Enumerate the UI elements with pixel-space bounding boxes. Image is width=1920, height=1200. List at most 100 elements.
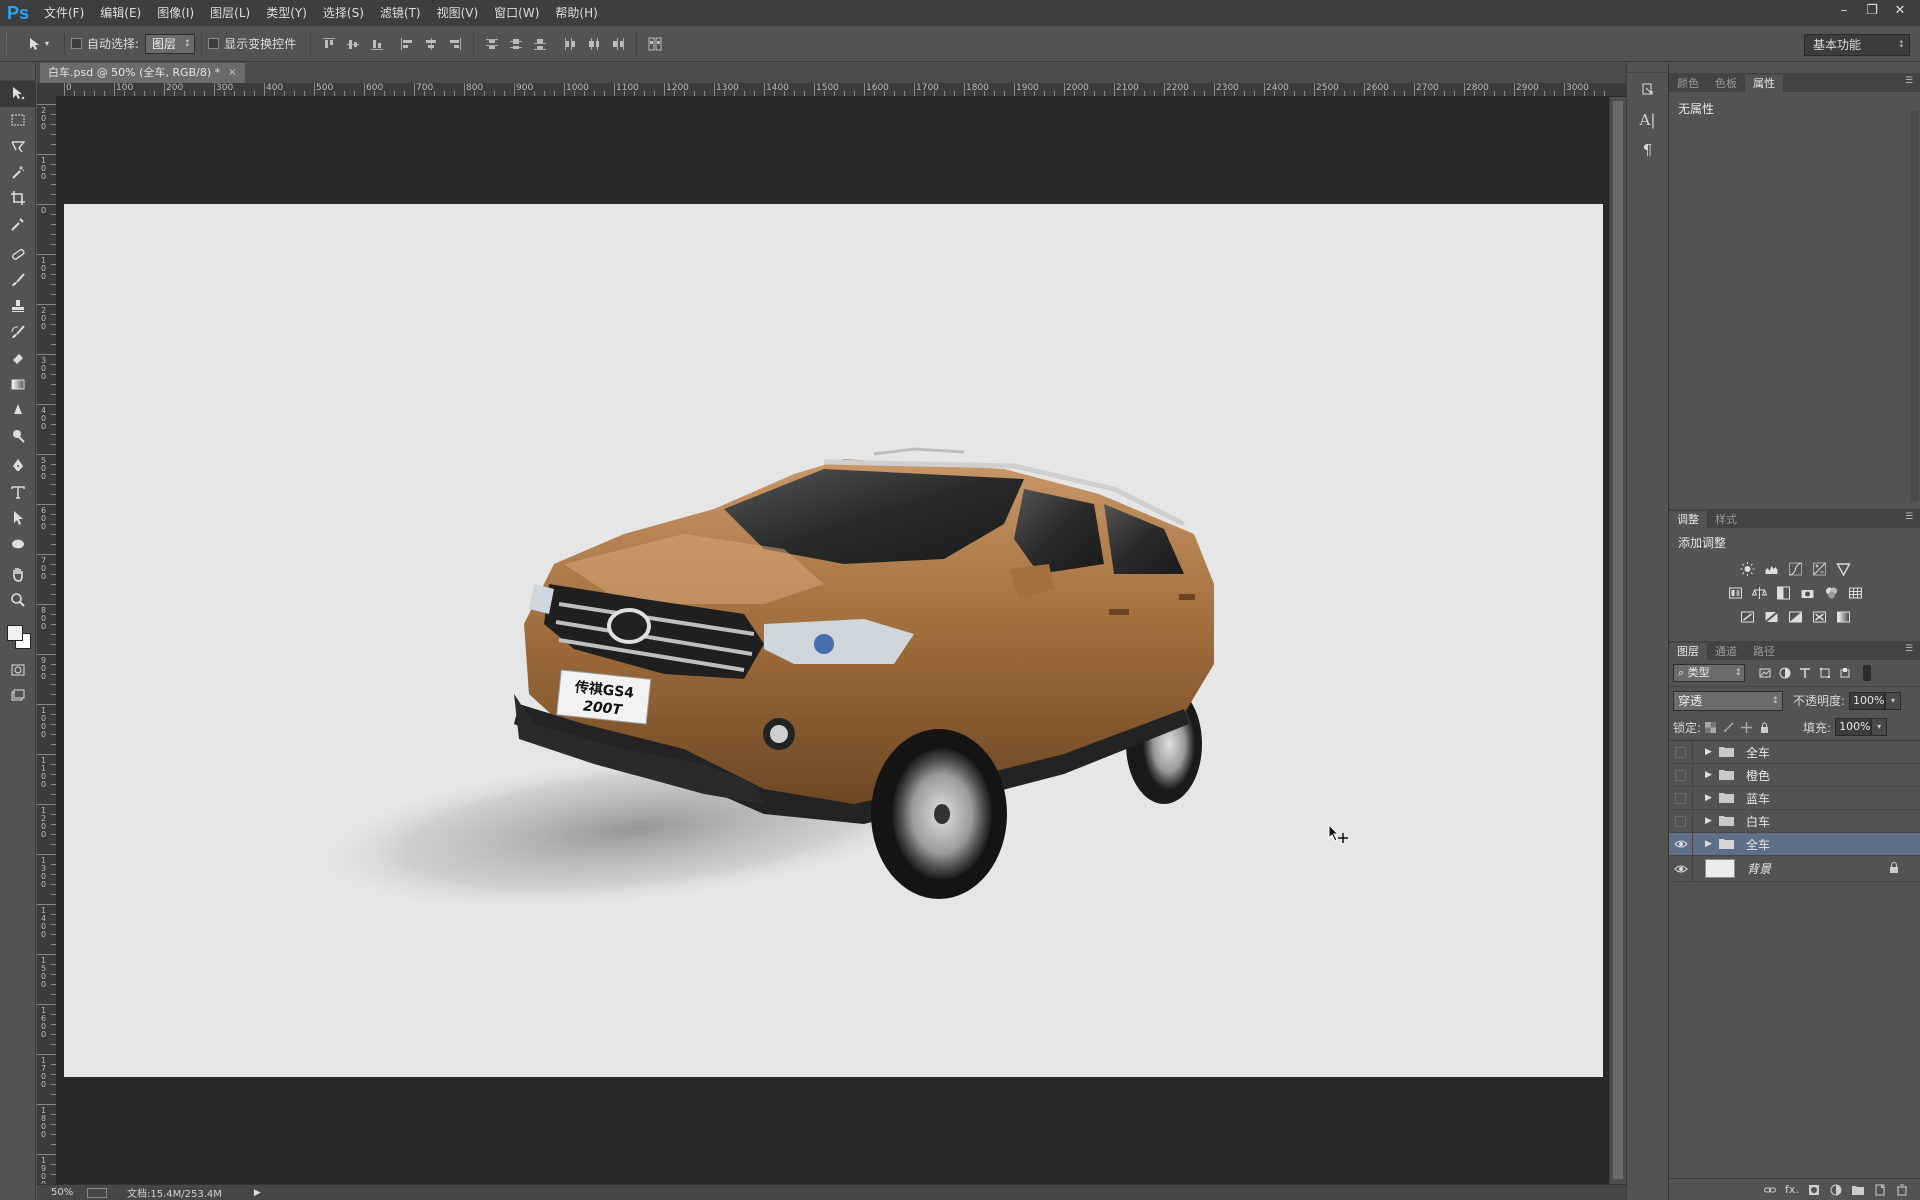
- layer-row[interactable]: ▶ 全车: [1669, 740, 1920, 764]
- minimize-icon[interactable]: –: [1830, 0, 1858, 22]
- path-selection-tool[interactable]: [0, 505, 36, 531]
- scrollbar-thumb[interactable]: [1613, 101, 1623, 1179]
- levels-icon[interactable]: [1759, 561, 1783, 577]
- close-icon[interactable]: ✕: [1886, 0, 1914, 22]
- distribute-top-icon[interactable]: [482, 34, 502, 54]
- vibrance-icon[interactable]: [1831, 561, 1855, 577]
- hue-sat-icon[interactable]: [1723, 585, 1747, 601]
- workspace-dropdown[interactable]: 基本功能: [1804, 34, 1910, 56]
- vertical-ruler[interactable]: 2 0 0 1 0 0 0 1 0 0 2 0 0 3 0 0 4 0 0 5 0 0 6 0 …: [37, 97, 57, 1184]
- align-left-icon[interactable]: [397, 34, 417, 54]
- paragraph-panel-button[interactable]: ¶: [1631, 137, 1665, 163]
- tab-swatches[interactable]: 色板: [1707, 75, 1745, 92]
- add-mask-icon[interactable]: [1803, 1182, 1825, 1198]
- layer-row-selected[interactable]: ▶ 全车: [1669, 832, 1920, 856]
- expand-arrow-icon[interactable]: ▶: [1705, 793, 1719, 803]
- filter-shape-icon[interactable]: [1815, 664, 1835, 682]
- gradient-tool[interactable]: [0, 371, 36, 397]
- tab-paths[interactable]: 路径: [1745, 643, 1783, 660]
- auto-align-icon[interactable]: [645, 34, 665, 54]
- lock-position-icon[interactable]: [1737, 719, 1755, 735]
- menu-help[interactable]: 帮助(H): [547, 0, 605, 26]
- dock-grip[interactable]: [1627, 63, 1668, 73]
- properties-scrollbar[interactable]: [1911, 111, 1919, 501]
- brightness-icon[interactable]: [1735, 561, 1759, 577]
- blend-mode-dropdown[interactable]: 穿透: [1673, 690, 1783, 711]
- auto-select-dropdown[interactable]: 图层: [145, 33, 196, 54]
- opacity-input[interactable]: 100%: [1849, 691, 1886, 710]
- visibility-toggle[interactable]: [1669, 740, 1693, 764]
- panel-menu-icon[interactable]: ☰: [1905, 76, 1915, 86]
- fill-input[interactable]: 100%: [1835, 718, 1872, 736]
- menu-type[interactable]: 类型(Y): [258, 0, 315, 26]
- checkbox-box[interactable]: [208, 38, 220, 49]
- clone-stamp-tool[interactable]: [0, 293, 36, 319]
- canvas-area[interactable]: 传祺GS4 200T: [57, 97, 1609, 1184]
- show-transform-checkbox[interactable]: 显示变换控件: [208, 35, 296, 52]
- menu-edit[interactable]: 编辑(E): [92, 0, 149, 26]
- new-group-icon[interactable]: [1847, 1182, 1869, 1198]
- crop-tool[interactable]: [0, 185, 36, 211]
- restore-icon[interactable]: ❐: [1858, 0, 1886, 22]
- distribute-bottom-icon[interactable]: [530, 34, 550, 54]
- align-vcenter-icon[interactable]: [343, 34, 363, 54]
- layer-row[interactable]: 背景: [1669, 855, 1920, 882]
- healing-brush-tool[interactable]: [0, 241, 36, 267]
- opacity-dropdown-icon[interactable]: ▾: [1885, 691, 1902, 710]
- status-icon[interactable]: [87, 1187, 107, 1198]
- history-panel-button[interactable]: [1631, 77, 1665, 103]
- filter-pixel-icon[interactable]: [1755, 664, 1775, 682]
- magic-wand-tool[interactable]: [0, 159, 36, 185]
- ruler-corner[interactable]: [37, 83, 57, 97]
- tab-styles[interactable]: 样式: [1707, 511, 1745, 528]
- document-canvas[interactable]: 传祺GS4 200T: [64, 204, 1603, 1077]
- tab-channels[interactable]: 通道: [1707, 643, 1745, 660]
- lock-transparency-icon[interactable]: [1701, 719, 1719, 735]
- filter-adjustment-icon[interactable]: [1775, 664, 1795, 682]
- foreground-color[interactable]: [7, 625, 23, 641]
- menu-view[interactable]: 视图(V): [429, 0, 487, 26]
- move-tool[interactable]: [0, 81, 36, 107]
- close-tab-icon[interactable]: ×: [228, 63, 236, 83]
- lock-pixels-icon[interactable]: [1719, 719, 1737, 735]
- invert-icon[interactable]: [1735, 609, 1759, 625]
- bw-icon[interactable]: [1771, 585, 1795, 601]
- move-tool-preset[interactable]: ▾: [18, 31, 58, 57]
- panel-menu-icon[interactable]: ☰: [1905, 512, 1915, 522]
- menu-window[interactable]: 窗口(W): [486, 0, 547, 26]
- character-panel-button[interactable]: A|: [1631, 107, 1665, 133]
- align-right-icon[interactable]: [445, 34, 465, 54]
- brush-tool[interactable]: [0, 267, 36, 293]
- dodge-tool[interactable]: [0, 423, 36, 449]
- expand-arrow-icon[interactable]: ▶: [1705, 816, 1719, 826]
- distribute-hcenter-icon[interactable]: [584, 34, 604, 54]
- new-adjustment-icon[interactable]: [1825, 1182, 1847, 1198]
- delete-layer-icon[interactable]: [1891, 1182, 1913, 1198]
- ellipse-tool[interactable]: [0, 531, 36, 557]
- distribute-vcenter-icon[interactable]: [506, 34, 526, 54]
- tab-properties[interactable]: 属性: [1745, 75, 1783, 92]
- threshold-icon[interactable]: [1783, 609, 1807, 625]
- distribute-right-icon[interactable]: [608, 34, 628, 54]
- menu-filter[interactable]: 滤镜(T): [372, 0, 429, 26]
- eyedropper-tool[interactable]: [0, 211, 36, 237]
- curves-icon[interactable]: [1783, 561, 1807, 577]
- visibility-toggle[interactable]: [1669, 763, 1693, 787]
- align-bottom-icon[interactable]: [367, 34, 387, 54]
- vertical-scrollbar[interactable]: [1609, 97, 1626, 1184]
- horizontal-ruler[interactable]: 0 100 200 300 400 500 600 700 800 900 1000 1100 1200…: [57, 83, 1626, 97]
- screen-mode-button[interactable]: [0, 683, 36, 709]
- selective-color-icon[interactable]: [1807, 609, 1831, 625]
- expand-arrow-icon[interactable]: ▶: [1705, 839, 1719, 849]
- marquee-tool[interactable]: [0, 107, 36, 133]
- menu-file[interactable]: 文件(F): [36, 0, 92, 26]
- type-tool[interactable]: [0, 479, 36, 505]
- align-top-icon[interactable]: [319, 34, 339, 54]
- expand-arrow-icon[interactable]: ▶: [1705, 770, 1719, 780]
- zoom-level[interactable]: 50%: [37, 1187, 77, 1198]
- layer-row[interactable]: ▶ 白车: [1669, 809, 1920, 833]
- layer-filter-dropdown[interactable]: ⌕ 类型: [1673, 664, 1745, 682]
- zoom-tool[interactable]: [0, 587, 36, 613]
- visibility-toggle[interactable]: [1669, 809, 1693, 833]
- fx-icon[interactable]: fx.: [1781, 1182, 1803, 1198]
